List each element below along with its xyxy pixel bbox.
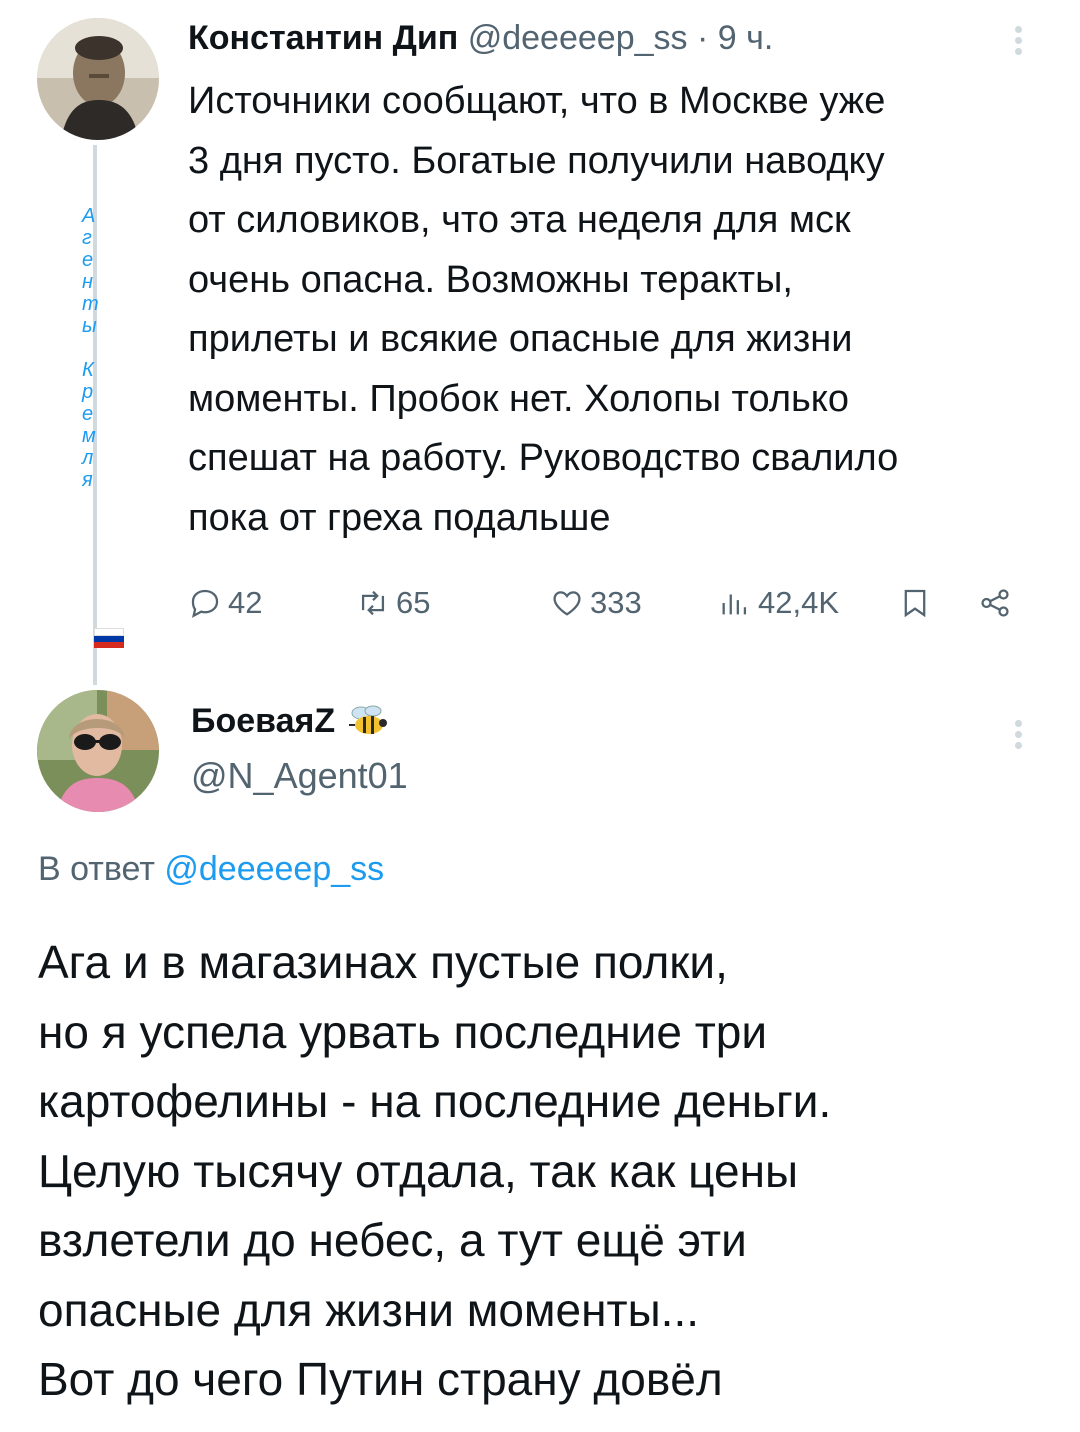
thread-label: А г е н т ы К р е м л я xyxy=(82,205,99,491)
more-vert-icon[interactable] xyxy=(1003,712,1033,756)
parent-avatar[interactable] xyxy=(37,18,159,140)
parent-timestamp[interactable]: 9 ч. xyxy=(718,19,774,57)
bookmark-button[interactable] xyxy=(898,578,938,628)
retweet-count: 65 xyxy=(396,585,431,620)
separator-dot: · xyxy=(696,19,709,57)
reply-count: 42 xyxy=(228,585,263,620)
bookmark-icon xyxy=(904,589,926,618)
reply-to-prefix: В ответ xyxy=(38,850,155,888)
share-button[interactable] xyxy=(978,578,1018,628)
retweet-button[interactable]: 65 xyxy=(356,578,430,628)
reply-button[interactable]: 42 xyxy=(188,578,262,628)
retweet-icon xyxy=(361,590,385,616)
more-vert-icon[interactable] xyxy=(1003,18,1033,62)
like-count: 333 xyxy=(590,585,642,620)
views-button[interactable]: 42,4K xyxy=(718,578,839,628)
heart-icon xyxy=(553,591,581,616)
reply-to-handle[interactable]: @deeeeep_ss xyxy=(164,850,384,888)
russian-flag-icon xyxy=(94,628,124,648)
parent-tweet-text: Источники сообщают, что в Москве уже 3 д… xyxy=(188,80,899,539)
parent-display-name[interactable]: Константин Дип xyxy=(188,19,458,57)
reply-name-line: БоеваяZ xyxy=(191,698,391,744)
reply-tweet-text: Ага и в магазинах пустые полки, но я усп… xyxy=(38,936,832,1405)
views-count: 42,4K xyxy=(758,585,840,620)
like-button[interactable]: 333 xyxy=(550,578,642,628)
views-icon xyxy=(722,594,747,615)
reply-avatar[interactable] xyxy=(37,690,159,812)
bee-icon xyxy=(349,705,388,734)
parent-handle[interactable]: @deeeeep_ss xyxy=(468,19,688,57)
reply-icon xyxy=(191,589,219,618)
action-bar: 42 65 333 42,4K xyxy=(188,578,1038,628)
parent-header: Константин Дип @deeeeep_ss · 9 ч. xyxy=(188,16,773,60)
share-icon xyxy=(981,589,1009,617)
reply-handle[interactable]: @N_Agent01 xyxy=(191,752,408,800)
reply-display-name[interactable]: БоеваяZ xyxy=(191,698,335,744)
reply-to-line: В ответ @deeeeep_ss xyxy=(38,845,384,893)
